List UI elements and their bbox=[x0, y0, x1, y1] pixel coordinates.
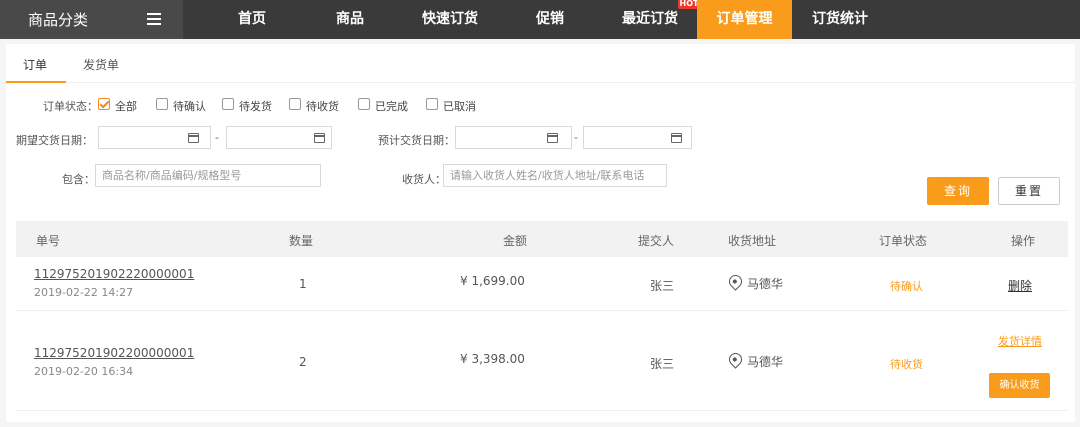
status-checkbox-cancelled[interactable] bbox=[426, 98, 438, 110]
order-quantity: 1 bbox=[299, 277, 307, 291]
expected-date-label: 期望交货日期： bbox=[16, 134, 93, 147]
query-button[interactable]: 查询 bbox=[927, 177, 989, 205]
order-address: 马德华 bbox=[747, 277, 784, 291]
status-badge: 待收货 bbox=[890, 358, 923, 371]
status-checkbox-completed[interactable] bbox=[358, 98, 370, 110]
order-submitter: 张三 bbox=[650, 279, 675, 293]
nav-item-order-statistics[interactable]: 订货统计 bbox=[800, 0, 880, 39]
order-tabs: 订单 发货单 bbox=[6, 44, 1075, 83]
status-label-all: 全部 bbox=[115, 100, 137, 113]
nav-item-quick-order[interactable]: 快速订货 bbox=[410, 0, 490, 39]
hamburger-menu-icon[interactable] bbox=[147, 13, 161, 25]
table-row: 112975201902200000001 2019-02-20 16:34 2… bbox=[16, 311, 1068, 411]
nav-item-promotions[interactable]: 促销 bbox=[520, 0, 580, 39]
header-status: 订单状态 bbox=[879, 234, 928, 248]
date-range-separator: - bbox=[574, 131, 578, 144]
status-checkbox-pending-confirm[interactable] bbox=[156, 98, 168, 110]
header-amount: 金额 bbox=[503, 234, 528, 248]
calendar-icon[interactable] bbox=[670, 133, 682, 143]
delete-order-link[interactable]: 删除 bbox=[1008, 277, 1032, 294]
header-submitter: 提交人 bbox=[638, 234, 675, 248]
date-range-separator: - bbox=[215, 131, 219, 144]
status-label-pending-confirm: 待确认 bbox=[173, 100, 206, 113]
order-quantity: 2 bbox=[299, 355, 307, 369]
status-label-cancelled: 已取消 bbox=[443, 100, 476, 113]
top-navigation: 商品分类 首页 商品 快速订货 促销 最近订货 HOT 订单管理 订货统计 bbox=[0, 0, 1080, 39]
status-checkbox-pending-receive[interactable] bbox=[289, 98, 301, 110]
contains-label: 包含： bbox=[62, 173, 95, 186]
confirm-receipt-button[interactable]: 确认收货 bbox=[989, 373, 1050, 398]
order-amount: ¥ 3,398.00 bbox=[460, 352, 525, 366]
nav-item-home[interactable]: 首页 bbox=[222, 0, 282, 39]
order-date: 2019-02-22 14:27 bbox=[34, 286, 134, 299]
calendar-icon[interactable] bbox=[187, 133, 199, 143]
nav-item-products[interactable]: 商品 bbox=[320, 0, 380, 39]
header-quantity: 数量 bbox=[289, 234, 314, 248]
location-pin-icon bbox=[726, 272, 745, 291]
status-label-pending-ship: 待发货 bbox=[239, 100, 272, 113]
status-filter-label: 订单状态： bbox=[43, 100, 98, 113]
order-table-header: 单号 数量 金额 提交人 收货地址 订单状态 操作 bbox=[16, 221, 1068, 257]
order-date: 2019-02-20 16:34 bbox=[34, 365, 134, 378]
header-order-no: 单号 bbox=[36, 234, 61, 248]
status-label-completed: 已完成 bbox=[375, 100, 408, 113]
calendar-icon[interactable] bbox=[313, 133, 325, 143]
category-menu[interactable]: 商品分类 bbox=[0, 0, 183, 39]
shipment-detail-link[interactable]: 发货详情 bbox=[998, 333, 1042, 349]
header-address: 收货地址 bbox=[728, 234, 777, 248]
receiver-label: 收货人： bbox=[402, 173, 446, 186]
category-menu-label: 商品分类 bbox=[28, 11, 89, 29]
status-checkbox-all[interactable] bbox=[98, 98, 110, 110]
estimated-date-label: 预计交货日期： bbox=[378, 134, 455, 147]
receiver-input[interactable]: 请输入收货人姓名/收货人地址/联系电话 bbox=[443, 164, 667, 187]
tab-orders[interactable]: 订单 bbox=[23, 56, 47, 73]
tab-shipments[interactable]: 发货单 bbox=[83, 56, 119, 73]
order-number-link[interactable]: 112975201902220000001 bbox=[34, 267, 194, 281]
contains-input[interactable]: 商品名称/商品编码/规格型号 bbox=[95, 164, 321, 187]
active-tab-indicator bbox=[6, 81, 66, 83]
order-panel: 订单 发货单 订单状态： 全部 待确认 待发货 待收货 已完成 已取消 期望交货… bbox=[6, 44, 1075, 422]
nav-item-order-management[interactable]: 订单管理 bbox=[697, 0, 792, 39]
calendar-icon[interactable] bbox=[546, 133, 558, 143]
status-checkbox-pending-ship[interactable] bbox=[222, 98, 234, 110]
order-address: 马德华 bbox=[747, 355, 784, 369]
order-amount: ¥ 1,699.00 bbox=[460, 274, 525, 288]
location-pin-icon bbox=[726, 350, 745, 369]
status-badge: 待确认 bbox=[890, 280, 923, 293]
table-row: 112975201902220000001 2019-02-22 14:27 1… bbox=[16, 257, 1068, 311]
order-number-link[interactable]: 112975201902200000001 bbox=[34, 346, 194, 360]
order-submitter: 张三 bbox=[650, 357, 675, 371]
status-label-pending-receive: 待收货 bbox=[306, 100, 339, 113]
reset-button[interactable]: 重置 bbox=[998, 177, 1060, 205]
header-actions: 操作 bbox=[1011, 234, 1036, 248]
